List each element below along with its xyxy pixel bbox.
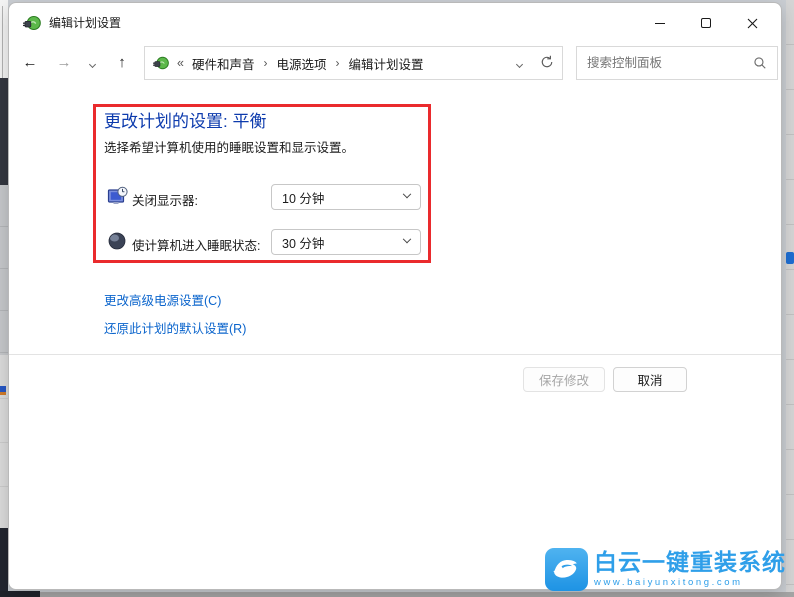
titlebar: 编辑计划设置 [9,3,781,43]
display-off-dropdown[interactable]: 10 分钟 [271,184,421,210]
minimize-button[interactable] [637,3,683,43]
display-off-value: 10 分钟 [282,191,325,206]
background-window-blue-mark [786,252,794,264]
close-button[interactable] [729,3,775,43]
save-changes-button[interactable]: 保存修改 [523,367,605,392]
maximize-icon [701,18,711,28]
background-window-left-dark [0,78,8,185]
screenshot-root: 编辑计划设置 ← → ↑ « 硬件和声音 › 电源选项 › 编辑计划设置 搜索控… [0,0,794,597]
power-plan-icon [153,55,169,71]
up-button[interactable]: ↑ [109,51,135,75]
forward-icon: → [56,54,72,71]
breadcrumb-separator-icon: › [263,56,268,70]
chevron-down-icon [402,189,412,199]
back-button[interactable]: ← [17,51,43,75]
minimize-icon [655,22,665,24]
magnifier-icon [754,57,766,69]
watermark-url: www.baiyunxitong.com [594,577,743,588]
back-icon: ← [22,54,38,71]
cancel-button[interactable]: 取消 [613,367,687,392]
background-window-left-low [0,355,8,528]
breadcrumb-separator-icon: › [335,56,340,70]
background-bottom-dark-strip [0,591,40,597]
breadcrumb-item-hardware-sound[interactable]: 硬件和声音 [192,54,255,73]
chevron-down-icon [515,60,524,69]
address-dropdown-button[interactable] [515,56,524,70]
advanced-power-settings-link[interactable]: 更改高级电源设置(C) [104,290,221,309]
up-icon: ↑ [118,54,126,71]
background-window-right-strip [786,0,794,597]
window-title: 编辑计划设置 [49,16,122,30]
refresh-icon [541,55,553,67]
restore-default-settings-link[interactable]: 还原此计划的默认设置(R) [104,318,246,337]
sleep-dropdown[interactable]: 30 分钟 [271,229,421,255]
breadcrumb-item-power-options[interactable]: 电源选项 [276,54,326,73]
sleep-value: 30 分钟 [282,236,325,251]
maximize-button[interactable] [683,3,729,43]
sleep-label: 使计算机进入睡眠状态: [132,239,261,253]
watermark-logo: 白云一键重装系统 www.baiyunxitong.com [545,548,793,594]
edit-plan-settings-window: 编辑计划设置 ← → ↑ « 硬件和声音 › 电源选项 › 编辑计划设置 搜索控… [8,2,782,590]
bird-logo-icon [545,548,588,591]
close-icon [747,18,757,28]
page-title: 更改计划的设置: 平衡 [104,112,267,131]
address-bar[interactable]: « 硬件和声音 › 电源选项 › 编辑计划设置 [144,46,563,80]
window-controls [637,3,775,43]
page-description: 选择希望计算机使用的睡眠设置和显示设置。 [104,141,355,155]
sleep-icon [107,231,127,251]
breadcrumb-overflow[interactable]: « [177,56,184,70]
display-timeout-icon [107,185,129,207]
chevron-down-icon [402,234,412,244]
display-off-label: 关闭显示器: [132,194,198,208]
refresh-button[interactable] [540,55,554,72]
navigation-bar: ← → ↑ « 硬件和声音 › 电源选项 › 编辑计划设置 搜索控制面板 [9,43,781,83]
chevron-down-icon [88,60,96,69]
search-box[interactable] [576,46,778,80]
background-window-left-bottom [0,528,8,597]
background-window-left-mid [0,185,8,355]
watermark-title: 白云一键重装系统 [594,549,786,575]
background-window-text-fragment [0,386,6,395]
breadcrumb-item-edit-plan-settings[interactable]: 编辑计划设置 [348,54,423,73]
background-window-left-top [0,0,8,78]
forward-button[interactable]: → [51,51,77,75]
search-input[interactable] [587,56,753,70]
footer-divider [9,354,781,355]
recent-locations-button[interactable] [83,51,101,75]
power-plan-icon [23,14,41,32]
